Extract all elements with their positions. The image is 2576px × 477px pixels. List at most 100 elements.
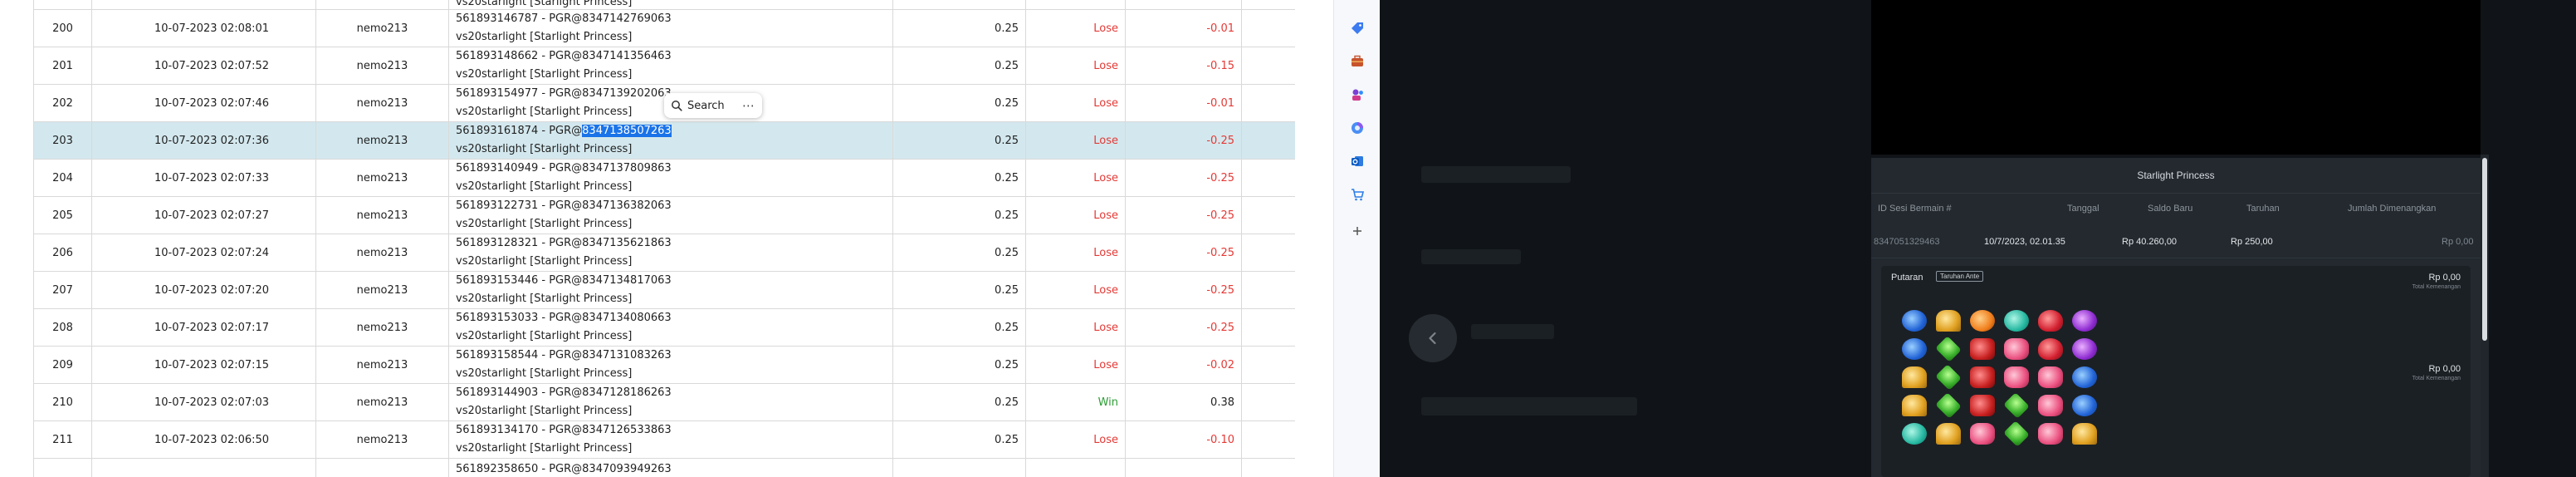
teal-gem-icon (2004, 310, 2029, 332)
row-balance: 0.00 (1241, 9, 1295, 47)
transaction-id[interactable]: 561893140949 - PGR@8347137809863 (456, 160, 886, 179)
heart-gem-icon (2038, 338, 2063, 360)
row-transaction[interactable]: 561893153033 - PGR@8347134080663 vs20star… (448, 308, 893, 347)
row-transaction[interactable]: 561893122731 - PGR@8347136382063 vs20star… (448, 196, 893, 234)
game-name: vs20starlight [Starlight Princess] (456, 367, 633, 380)
copilot-icon[interactable] (1347, 118, 1367, 138)
table-cell (1241, 458, 1295, 477)
row-balance: 0.00 (1241, 84, 1295, 122)
row-transaction[interactable]: 561893146787 - PGR@8347142769063 vs20star… (448, 9, 893, 47)
back-button[interactable] (1409, 314, 1457, 362)
transaction-id[interactable]: 561893153033 - PGR@8347134080663 (456, 310, 886, 328)
table-row[interactable]: 205 10-07-2023 02:07:27 nemo213 56189312273… (33, 196, 1295, 234)
transaction-id[interactable]: 561893146787 - PGR@8347142769063 (456, 11, 886, 29)
crown-gem-icon (2072, 423, 2097, 445)
table-row[interactable]: 208 10-07-2023 02:07:17 nemo213 56189315303… (33, 308, 1295, 347)
row-number: 211 (33, 420, 92, 459)
row-date: 10-07-2023 02:08:01 (91, 9, 316, 47)
game-name: vs20starlight [Starlight Princess] (456, 218, 633, 230)
crown-gem-icon (1936, 310, 1961, 332)
selected-text[interactable]: 8347138507263 (582, 125, 672, 137)
row-result: Win (1025, 383, 1126, 421)
game-preview-area (1871, 0, 2481, 155)
row-date: 10-07-2023 02:07:52 (91, 47, 316, 85)
row-transaction[interactable]: 561893128321 - PGR@8347135621863 vs20star… (448, 234, 893, 272)
purple-gem-icon (2072, 338, 2097, 360)
row-bet: 0.25 (892, 84, 1026, 122)
row-transaction[interactable]: 561893134170 - PGR@8347126533863 vs20star… (448, 420, 893, 459)
transaction-id[interactable]: 561893161874 - PGR@8347138507263 (456, 123, 886, 141)
row-transaction[interactable]: 561893161874 - PGR@8347138507263 vs20star… (448, 121, 893, 160)
background-placeholder (1421, 397, 1637, 416)
row-bet: 0.25 (892, 47, 1026, 85)
table-row[interactable]: 203 10-07-2023 02:07:36 nemo213 56189316187… (33, 121, 1295, 160)
more-options-icon[interactable]: ⋯ (742, 98, 755, 113)
background-margin (2489, 0, 2576, 477)
game-name: vs20starlight [Starlight Princess] (456, 293, 633, 305)
row-winloss: -0.10 (1125, 420, 1242, 459)
background-placeholder (1471, 324, 1554, 339)
row-username: nemo213 (315, 121, 449, 160)
row-transaction[interactable]: 561893148662 - PGR@8347141356463 vs20star… (448, 47, 893, 85)
table-row[interactable]: 206 10-07-2023 02:07:24 nemo213 56189312832… (33, 234, 1295, 272)
table-row[interactable]: 200 10-07-2023 02:08:01 nemo213 56189314678… (33, 9, 1295, 47)
transaction-id[interactable]: 561893134170 - PGR@8347126533863 (456, 422, 886, 440)
row-transaction[interactable]: 561893144903 - PGR@8347128186263 vs20star… (448, 383, 893, 421)
pink-gem-icon (2038, 366, 2063, 388)
table-cell (33, 458, 92, 477)
table-row[interactable]: 204 10-07-2023 02:07:33 nemo213 56189314094… (33, 159, 1295, 197)
briefcase-icon[interactable] (1347, 52, 1367, 71)
row-transaction[interactable]: 561893140949 - PGR@8347137809863 vs20star… (448, 159, 893, 197)
table-cell (315, 458, 449, 477)
row-number: 206 (33, 234, 92, 272)
transaction-id[interactable]: 561893148662 - PGR@8347141356463 (456, 48, 886, 66)
transaction-id[interactable]: 561893128321 - PGR@8347135621863 (456, 235, 886, 253)
quick-search-popup[interactable]: Search ⋯ (664, 93, 762, 118)
quick-search-button[interactable]: Search (671, 100, 742, 112)
table-row[interactable]: 211 10-07-2023 02:06:50 nemo213 56189313417… (33, 420, 1295, 459)
tag-icon[interactable] (1347, 18, 1367, 38)
row-number: 205 (33, 196, 92, 234)
transaction-id[interactable]: 561893122731 - PGR@8347136382063 (456, 198, 886, 216)
transaction-id[interactable]: 561893144903 - PGR@8347128186263 (456, 385, 886, 403)
green-gem-icon (2003, 392, 2030, 419)
row-date: 10-07-2023 02:06:50 (91, 420, 316, 459)
shopping-icon[interactable] (1347, 184, 1367, 204)
table-row[interactable]: 201 10-07-2023 02:07:52 nemo213 56189314866… (33, 47, 1295, 85)
table-cell (1125, 458, 1242, 477)
header-win: Jumlah Dimenangkan (2348, 204, 2437, 214)
purple-gem-icon (2072, 310, 2097, 332)
transaction-id[interactable]: 561893158544 - PGR@8347131083263 (456, 347, 886, 366)
row-number: 201 (33, 47, 92, 85)
row-transaction[interactable]: 561893158544 - PGR@8347131083263 vs20star… (448, 346, 893, 384)
game-name: vs20starlight [Starlight Princess] (456, 405, 633, 417)
table-row[interactable]: 209 10-07-2023 02:07:15 nemo213 56189315854… (33, 346, 1295, 384)
row-result: Lose (1025, 9, 1126, 47)
row-bet: 0.25 (892, 159, 1026, 197)
panel-scrollbar[interactable] (2481, 155, 2489, 477)
row-balance: 0.00 (1241, 383, 1295, 421)
row-username: nemo213 (315, 47, 449, 85)
row-balance: 0.00 (1241, 271, 1295, 309)
row-result: Lose (1025, 308, 1126, 347)
row-transaction[interactable]: 561893153446 - PGR@8347134817063 vs20star… (448, 271, 893, 309)
green-gem-icon (1935, 336, 1962, 362)
row-winloss: -0.25 (1125, 121, 1242, 160)
table-row[interactable]: 207 10-07-2023 02:07:20 nemo213 56189315344… (33, 271, 1295, 309)
bet-value: Rp 250,00 (2231, 237, 2273, 247)
transaction-id[interactable]: 561893153446 - PGR@8347134817063 (456, 273, 886, 291)
games-icon[interactable] (1347, 85, 1367, 105)
game-name: vs20starlight [Starlight Princess] (456, 180, 633, 193)
add-icon[interactable] (1347, 221, 1367, 241)
row-username: nemo213 (315, 84, 449, 122)
session-id-value[interactable]: 8347051329463 (1874, 237, 1940, 247)
red-gem-icon (1970, 395, 1995, 416)
row-number: 203 (33, 121, 92, 160)
table-cell (1125, 0, 1242, 10)
outlook-icon[interactable] (1347, 151, 1367, 171)
row-winloss: -0.25 (1125, 271, 1242, 309)
table-row[interactable]: 210 10-07-2023 02:07:03 nemo213 56189314490… (33, 383, 1295, 421)
scrollbar-thumb[interactable] (2482, 158, 2487, 341)
row-balance: 0.00 (1241, 196, 1295, 234)
quick-search-label: Search (687, 99, 725, 112)
